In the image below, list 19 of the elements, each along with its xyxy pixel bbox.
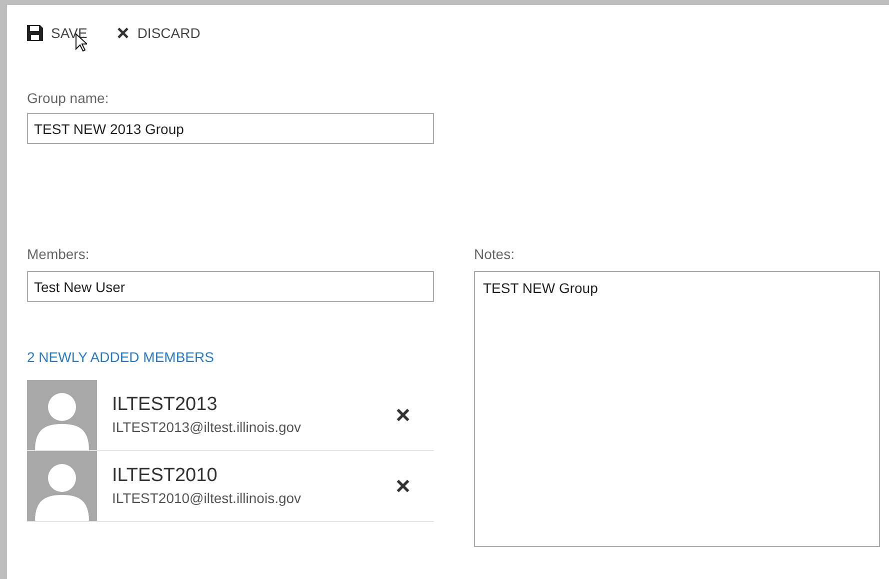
avatar-placeholder-icon xyxy=(27,380,97,450)
field-label: Group name: xyxy=(27,89,110,108)
notes-field[interactable]: TEST NEW Group xyxy=(474,271,880,547)
members-field[interactable]: Test New User xyxy=(27,271,434,302)
discard-button[interactable]: DISCARD xyxy=(117,22,200,44)
section-heading: 2 NEWLY ADDED MEMBERS xyxy=(27,348,215,367)
remove-member-button[interactable] xyxy=(394,477,412,495)
remove-icon xyxy=(396,408,410,422)
close-icon xyxy=(117,27,130,39)
field-label: Notes: xyxy=(474,245,516,264)
remove-icon xyxy=(396,479,410,493)
member-name: ILTEST2013 xyxy=(112,392,218,416)
group-name-field[interactable]: TEST NEW 2013 Group xyxy=(27,113,434,144)
avatar-placeholder-icon xyxy=(27,451,97,521)
remove-member-button[interactable] xyxy=(394,406,412,424)
member-name: ILTEST2010 xyxy=(112,464,218,488)
member-email: ILTEST2013@iltest.illinois.gov xyxy=(112,418,302,437)
member-email: ILTEST2010@iltest.illinois.gov xyxy=(112,488,302,508)
field-label: Members: xyxy=(27,245,90,264)
